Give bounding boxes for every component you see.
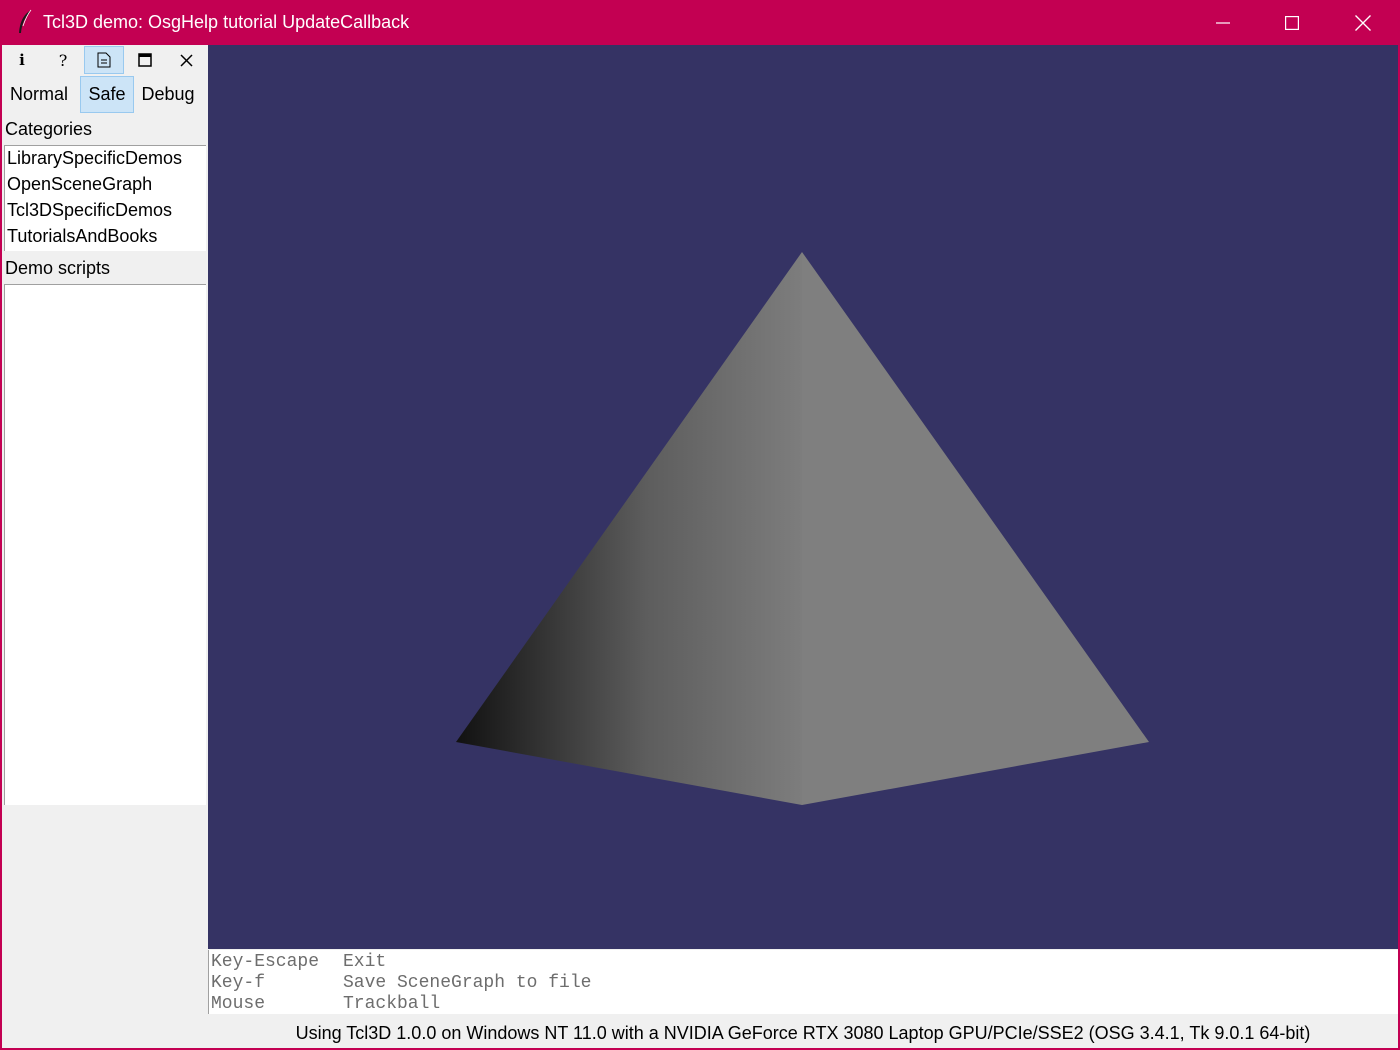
help-key: Key-f (211, 973, 266, 993)
client-area: i ? Normal Safe Debug Categories Library… (2, 45, 1398, 1048)
mode-safe-button[interactable]: Safe (80, 76, 134, 113)
status-bar: Using Tcl3D 1.0.0 on Windows NT 11.0 wit… (295, 1023, 1311, 1043)
help-icon: ? (58, 50, 68, 70)
window-icon (138, 53, 152, 67)
list-item[interactable]: LibrarySpecificDemos (7, 148, 182, 169)
list-item[interactable]: TutorialsAndBooks (7, 226, 157, 247)
help-line: Mouse Trackball (211, 994, 440, 1014)
minimize-button[interactable] (1188, 0, 1258, 45)
toolbar: i ? (2, 45, 208, 75)
document-button[interactable] (84, 46, 124, 74)
title-bar[interactable]: Tcl3D demo: OsgHelp tutorial UpdateCallb… (0, 0, 1400, 45)
maximize-button[interactable] (1257, 0, 1327, 45)
info-icon: i (19, 51, 25, 69)
list-item[interactable]: Tcl3DSpecificDemos (7, 200, 172, 221)
demo-scripts-list[interactable] (4, 284, 206, 805)
close-icon (179, 53, 193, 67)
3d-viewport[interactable] (208, 45, 1398, 949)
help-key: Mouse (211, 994, 266, 1014)
mode-debug-button[interactable]: Debug (136, 76, 200, 113)
categories-label: Categories (5, 119, 93, 139)
categories-list[interactable]: LibrarySpecificDemos OpenSceneGraph Tcl3… (4, 145, 206, 251)
help-desc: Save SceneGraph to file (343, 973, 592, 993)
pyramid-right-face (802, 252, 1149, 805)
mode-selector: Normal Safe Debug (2, 76, 208, 113)
help-desc: Exit (343, 952, 387, 972)
close-icon (1355, 14, 1371, 31)
pyramid-left-face (456, 252, 802, 805)
close-demo-button[interactable] (166, 46, 206, 74)
maximize-icon (1285, 15, 1299, 30)
minimize-icon (1216, 21, 1230, 24)
mode-normal-button[interactable]: Normal (2, 76, 76, 113)
key-help-text[interactable]: Key-Escape Exit Key-f Save SceneGraph to f… (208, 950, 1398, 1014)
help-key: Key-Escape (211, 952, 320, 972)
help-desc: Trackball (343, 994, 441, 1014)
list-item[interactable]: OpenSceneGraph (7, 174, 152, 195)
close-window-button[interactable] (1328, 0, 1398, 45)
demo-scripts-label: Demo scripts (5, 258, 111, 278)
info-button[interactable]: i (2, 46, 42, 74)
feather-icon (14, 9, 36, 35)
document-icon (97, 52, 111, 68)
window-title: Tcl3D demo: OsgHelp tutorial UpdateCallb… (43, 12, 410, 32)
help-line: Key-f Save SceneGraph to file (211, 973, 591, 993)
help-button[interactable]: ? (43, 46, 83, 74)
sidebar: i ? Normal Safe Debug Categories Library… (2, 45, 208, 1020)
help-line: Key-Escape Exit (211, 952, 386, 972)
pyramid-render (456, 252, 1149, 805)
app-window: Tcl3D demo: OsgHelp tutorial UpdateCallb… (0, 0, 1400, 1050)
window-button[interactable] (125, 46, 165, 74)
